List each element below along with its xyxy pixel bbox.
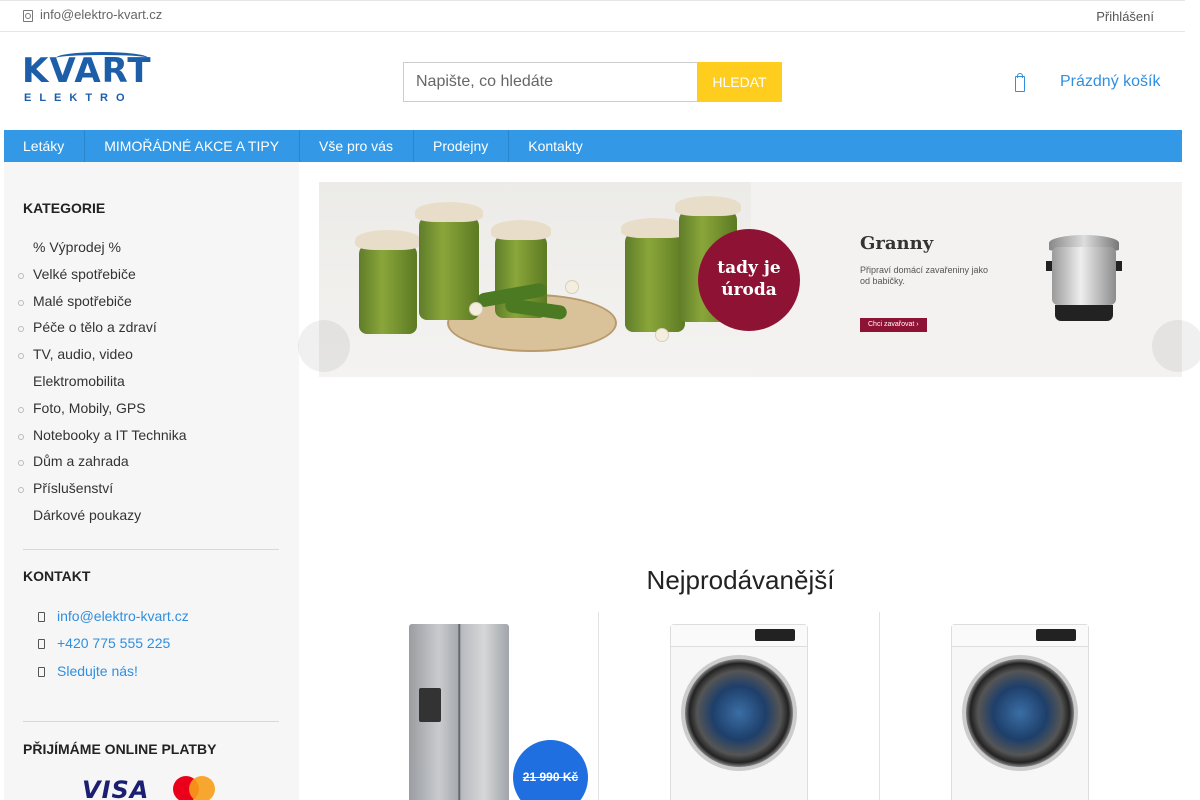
promo-banner[interactable]: tady je úroda Granny Připraví domácí zav…: [319, 182, 1182, 377]
nav-item-vse-pro-vas[interactable]: Vše pro vás: [300, 130, 414, 162]
search-input[interactable]: [403, 62, 697, 102]
old-price-badge: 21 990 Kč: [513, 740, 588, 800]
contact-phone-text: +420 775 555 225: [57, 635, 171, 651]
sidebar-divider: [23, 549, 279, 550]
banner-title: Granny: [860, 233, 934, 254]
washing-machine-image: [951, 624, 1089, 800]
contact-social-text: Sledujte nás!: [57, 663, 138, 679]
category-item[interactable]: Dům a zahrada: [18, 448, 187, 475]
visa-logo: VISA: [82, 776, 150, 800]
nav-item-letaky[interactable]: Letáky: [4, 130, 86, 162]
banner-prev-arrow[interactable]: [298, 320, 350, 372]
login-link[interactable]: Přihlášení: [1096, 9, 1154, 24]
banner-next-arrow[interactable]: [1152, 320, 1200, 372]
badge-line-2: úroda: [721, 280, 777, 300]
contact-social[interactable]: Sledujte nás!: [37, 663, 138, 679]
payment-logos: VISA: [82, 776, 217, 800]
contact-heading: KONTAKT: [23, 568, 91, 584]
bestsellers-heading: Nejprodávanější: [646, 565, 835, 595]
nav-item-akce[interactable]: MIMOŘÁDNÉ AKCE A TIPY: [85, 130, 301, 162]
category-item[interactable]: Foto, Mobily, GPS: [18, 395, 187, 422]
garlic: [469, 302, 483, 316]
contact-email-text: info@elektro-kvart.cz: [57, 608, 189, 624]
badge-line-1: tady je: [717, 258, 781, 278]
garlic: [565, 280, 579, 294]
logo-word: KVART: [22, 51, 152, 91]
banner-photo: [319, 182, 751, 377]
logo-subtitle: ELEKTRO: [24, 92, 133, 104]
product-card[interactable]: [879, 612, 1162, 800]
pickle-jar: [621, 218, 689, 332]
product-card[interactable]: [598, 612, 879, 800]
dryer-image: [670, 624, 808, 800]
search-button[interactable]: HLEDAT: [697, 62, 782, 102]
category-item[interactable]: Péče o tělo a zdraví: [18, 314, 187, 341]
nav-item-prodejny[interactable]: Prodejny: [414, 130, 510, 162]
category-item[interactable]: Velké spotřebiče: [18, 261, 187, 288]
pickle-jar: [355, 230, 421, 334]
category-item[interactable]: Příslušenství: [18, 475, 187, 502]
cart-label: Prázdný košík: [1060, 73, 1161, 90]
envelope-icon: [37, 610, 45, 622]
category-item[interactable]: Malé spotřebiče: [18, 288, 187, 315]
payments-heading: PŘIJÍMÁME ONLINE PLATBY: [23, 741, 217, 757]
fridge-image: [409, 624, 509, 800]
banner-text: Připraví domácí zavařeniny jako od babič…: [860, 265, 989, 286]
social-icon: [37, 665, 45, 677]
category-item[interactable]: Elektromobilita: [18, 368, 187, 395]
category-item[interactable]: Notebooky a IT Technika: [18, 422, 187, 449]
cart-icon: [1014, 72, 1026, 92]
top-email-text: info@elektro-kvart.cz: [40, 7, 163, 22]
harvest-badge: tady je úroda: [698, 229, 800, 331]
top-email-link[interactable]: info@elektro-kvart.cz: [22, 7, 162, 22]
search-bar: HLEDAT: [403, 62, 782, 102]
product-card[interactable]: 21 990 Kč: [319, 612, 598, 800]
contact-phone[interactable]: +420 775 555 225: [37, 635, 170, 651]
category-item[interactable]: TV, audio, video: [18, 341, 187, 368]
nav-item-kontakty[interactable]: Kontakty: [509, 130, 602, 162]
banner-cta-button[interactable]: Chci zavařovat ›: [860, 318, 927, 332]
mastercard-logo: [173, 776, 217, 800]
preserving-pot-image: [1046, 227, 1122, 323]
category-list: % Výprodej % Velké spotřebiče Malé spotř…: [18, 234, 187, 529]
contact-email[interactable]: info@elektro-kvart.cz: [37, 608, 189, 624]
category-item[interactable]: Dárkové poukazy: [18, 502, 187, 529]
mobile-icon: [22, 9, 33, 22]
phone-icon: [37, 637, 45, 649]
cart[interactable]: Prázdný košík: [1014, 72, 1160, 92]
sidebar-divider: [23, 721, 279, 722]
garlic: [655, 328, 669, 342]
top-bar: info@elektro-kvart.cz Přihlášení: [0, 0, 1185, 32]
categories-heading: KATEGORIE: [23, 200, 106, 216]
category-item[interactable]: % Výprodej %: [18, 234, 187, 261]
main-nav: Letáky MIMOŘÁDNÉ AKCE A TIPY Vše pro vás…: [4, 130, 1182, 162]
sidebar: KATEGORIE % Výprodej % Velké spotřebiče …: [4, 162, 299, 800]
site-logo[interactable]: KVART ELEKTRO: [22, 52, 152, 110]
